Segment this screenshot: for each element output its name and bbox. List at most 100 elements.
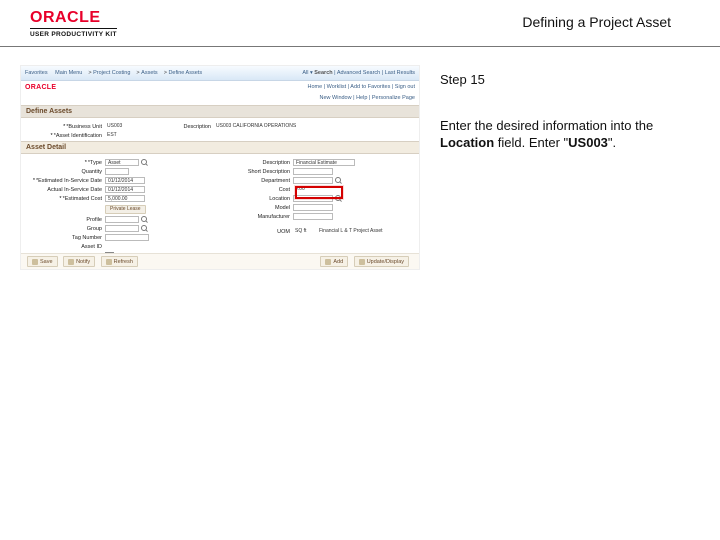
- mini-breadcrumb-bar: Favorites Main Menu> Project Costing> As…: [21, 66, 419, 81]
- lookup-icon[interactable]: [141, 159, 148, 166]
- header-divider: [0, 46, 720, 47]
- mini-oracle-bar: ORACLE Home | Worklist | Add to Favorite…: [21, 81, 419, 93]
- label-group: Group: [27, 226, 105, 232]
- save-button[interactable]: Save: [27, 256, 58, 267]
- section-define-assets: Define Assets: [21, 105, 419, 118]
- crumb-assets[interactable]: Assets: [141, 70, 158, 76]
- value-asset-id: [105, 243, 149, 250]
- input-est-in-service-date[interactable]: 01/12/2014: [105, 177, 145, 184]
- label-quantity: Quantity: [27, 169, 105, 175]
- input-profile[interactable]: [105, 216, 139, 223]
- crumb-main-menu[interactable]: Main Menu: [55, 70, 82, 76]
- add-label: Add: [333, 259, 343, 265]
- logo-subtitle: USER PRODUCTIVITY KIT: [30, 28, 117, 38]
- refresh-button[interactable]: Refresh: [101, 256, 138, 267]
- label-asset-identification: *Asset Identification: [27, 133, 105, 139]
- save-icon: [32, 259, 38, 265]
- input-model[interactable]: [293, 204, 333, 211]
- crumb-define-assets[interactable]: Define Assets: [168, 70, 202, 76]
- refresh-label: Refresh: [114, 259, 133, 265]
- label-cost: Cost: [220, 187, 293, 193]
- notify-button[interactable]: Notify: [63, 256, 95, 267]
- value-bu-description: US003 CALIFORNIA OPERATIONS: [214, 123, 334, 130]
- header: ORACLE USER PRODUCTIVITY KIT Defining a …: [0, 0, 720, 42]
- input-actual-in-service-date[interactable]: 01/12/2014: [105, 186, 145, 193]
- label-model: Model: [220, 205, 293, 211]
- detail-left-col: *Type Asset Quantity *Estimated In-Servi…: [27, 157, 220, 263]
- mini-window-links[interactable]: New Window | Help | Personalize Page: [21, 93, 419, 105]
- input-department[interactable]: [293, 177, 333, 184]
- oracle-logo: ORACLE: [30, 10, 117, 26]
- label-location: Location: [220, 196, 293, 202]
- update-display-button[interactable]: Update/Display: [354, 256, 409, 267]
- adv-search-link[interactable]: Advanced Search: [337, 70, 380, 76]
- notify-label: Notify: [76, 259, 90, 265]
- label-business-unit: *Business Unit: [27, 124, 105, 130]
- input-quantity[interactable]: [105, 168, 129, 175]
- instruction-mid: field. Enter ": [494, 135, 568, 150]
- instruction-after: ".: [608, 135, 616, 150]
- label-bu-description: Description: [131, 124, 214, 130]
- add-button[interactable]: Add: [320, 256, 348, 267]
- value-cost: 0.00: [293, 186, 323, 193]
- body-row: Favorites Main Menu> Project Costing> As…: [0, 65, 720, 270]
- embedded-screenshot: Favorites Main Menu> Project Costing> As…: [20, 65, 420, 270]
- instruction-pane: Step 15 Enter the desired information in…: [420, 65, 700, 152]
- input-short-description[interactable]: [293, 168, 333, 175]
- instruction-field-name: Location: [440, 135, 494, 150]
- input-tag-number[interactable]: [105, 234, 149, 241]
- input-manufacturer[interactable]: [293, 213, 333, 220]
- save-label: Save: [40, 259, 53, 265]
- refresh-icon: [106, 259, 112, 265]
- input-type[interactable]: Asset: [105, 159, 139, 166]
- label-est-in-service-date: *Estimated In-Service Date: [27, 178, 105, 184]
- chip-private-lease[interactable]: Private Lease: [105, 205, 146, 214]
- label-manufacturer: Manufacturer: [220, 214, 293, 220]
- update-label: Update/Display: [367, 259, 404, 265]
- instruction-before: Enter the desired information into the: [440, 118, 653, 133]
- lookup-icon[interactable]: [335, 195, 342, 202]
- mini-oracle-logo: ORACLE: [25, 84, 56, 91]
- value-asset-identification: EST: [105, 132, 131, 139]
- value-business-unit: US003: [105, 123, 131, 130]
- lookup-icon[interactable]: [335, 177, 342, 184]
- lookup-icon[interactable]: [141, 216, 148, 223]
- page-root: ORACLE USER PRODUCTIVITY KIT Defining a …: [0, 0, 720, 540]
- crumb-favorites[interactable]: Favorites: [25, 70, 48, 76]
- lookup-icon[interactable]: [141, 225, 148, 232]
- add-icon: [325, 259, 331, 265]
- instruction-text: Enter the desired information into the L…: [440, 117, 700, 152]
- section-asset-detail: Asset Detail: [21, 141, 419, 154]
- mini-top-links[interactable]: Home | Worklist | Add to Favorites | Sig…: [307, 84, 415, 90]
- label-profile: Profile: [27, 217, 105, 223]
- footer-left-group: Save Notify Refresh: [27, 256, 142, 267]
- label-tag-number: Tag Number: [27, 235, 105, 241]
- detail-right-col: Description Financial Estimate Short Des…: [220, 157, 413, 263]
- instruction-value: US003: [568, 135, 608, 150]
- label-actual-in-service-date: Actual In-Service Date: [27, 187, 105, 193]
- label-asset-id: Asset ID: [27, 244, 105, 250]
- input-description[interactable]: Financial Estimate: [293, 159, 355, 166]
- label-description: Description: [220, 160, 293, 166]
- mini-breadcrumbs: Favorites Main Menu> Project Costing> As…: [25, 70, 208, 76]
- value-uom-long: Financial L & T Project Asset: [317, 228, 397, 235]
- notify-icon: [68, 259, 74, 265]
- update-icon: [359, 259, 365, 265]
- mini-footer: Save Notify Refresh Add Update/Display: [21, 253, 419, 269]
- logo-block: ORACLE USER PRODUCTIVITY KIT: [30, 10, 117, 38]
- last-results-link[interactable]: Last Results: [385, 70, 415, 76]
- value-uom: SQ ft: [293, 228, 313, 235]
- step-label: Step 15: [440, 71, 700, 89]
- mini-form-detail: *Type Asset Quantity *Estimated In-Servi…: [21, 154, 419, 263]
- label-short-description: Short Description: [220, 169, 293, 175]
- search-label: Search: [314, 70, 332, 76]
- page-title: Defining a Project Asset: [522, 14, 671, 30]
- label-type: *Type: [27, 160, 105, 166]
- crumb-project-costing[interactable]: Project Costing: [93, 70, 130, 76]
- label-department: Department: [220, 178, 293, 184]
- input-location[interactable]: [293, 195, 333, 202]
- input-est-cost[interactable]: 5,000.00: [105, 195, 145, 202]
- input-group[interactable]: [105, 225, 139, 232]
- label-uom: UOM: [220, 229, 293, 235]
- mini-global-search[interactable]: All ▾ Search | Advanced Search | Last Re…: [302, 70, 415, 76]
